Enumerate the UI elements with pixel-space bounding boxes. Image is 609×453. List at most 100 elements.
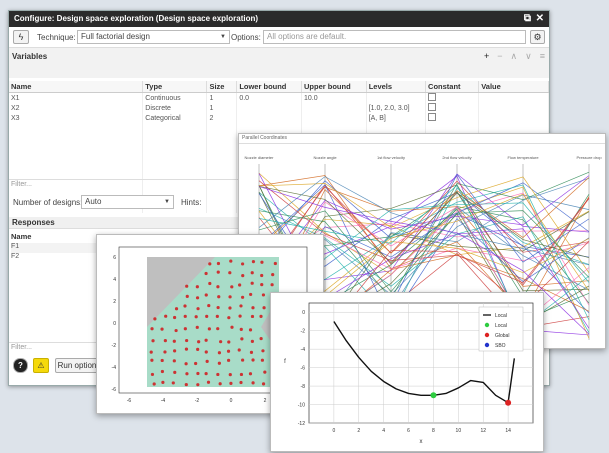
design-point — [260, 273, 264, 278]
cell-upper — [301, 103, 367, 113]
design-point — [238, 314, 242, 318]
parallel-axis-label: Nozzle diameter — [245, 155, 275, 160]
variables-title: Variables — [12, 52, 48, 61]
x-tick-label: -4 — [161, 398, 166, 404]
legend-swatch — [484, 332, 490, 338]
legend-label: Local — [495, 323, 507, 329]
chevron-down-icon: ▼ — [220, 34, 226, 40]
close-icon[interactable]: ✕ — [536, 11, 544, 27]
parallel-axis-label: 2nd flow velocity — [442, 155, 471, 160]
column-header[interactable]: Size — [206, 81, 238, 93]
design-point — [251, 306, 255, 310]
design-point — [216, 270, 220, 274]
responses-title: Responses — [12, 218, 55, 227]
table-row[interactable]: X2 Discrete 1 [1.0, 2.0, 3.0] — [9, 103, 549, 113]
table-row[interactable]: X1 Continuous 1 0.0 10.0 — [9, 92, 549, 103]
y-tick-label: -4 — [301, 347, 306, 353]
column-header[interactable]: Name — [9, 81, 144, 93]
cell-value[interactable] — [478, 103, 549, 113]
designs-select[interactable]: Auto ▼ — [81, 195, 174, 209]
design-point — [183, 304, 187, 308]
cell-type: Categorical — [142, 113, 208, 123]
legend-swatch — [484, 342, 490, 348]
variables-action-0[interactable]: + — [484, 51, 489, 61]
column-header[interactable]: Lower bound — [236, 81, 302, 93]
responses-name-column: Name — [11, 232, 32, 241]
design-point — [173, 370, 177, 374]
design-point — [240, 337, 244, 341]
design-point — [195, 296, 200, 300]
cell-levels: [A, B] — [366, 113, 427, 123]
cell-lower — [236, 103, 302, 113]
column-header[interactable]: Type — [142, 81, 208, 93]
design-point — [208, 262, 212, 266]
x-tick-label: 0 — [332, 428, 335, 434]
column-header[interactable]: Levels — [366, 81, 427, 93]
parallel-axis-label: 1st flow velocity — [377, 155, 405, 160]
function-plot-panel: 0 2 4 6 8 10 12 14 0 -2 -4 -6 -8 -10 -12 x f Local Local Gl… — [270, 292, 544, 452]
design-point — [230, 325, 234, 329]
x-tick-label: 2 — [357, 428, 360, 434]
design-point — [251, 260, 256, 264]
design-point — [229, 381, 233, 386]
design-point — [173, 315, 177, 320]
design-point — [171, 381, 175, 385]
design-point — [219, 340, 223, 344]
run-icon[interactable]: ϟ — [13, 30, 29, 44]
column-header[interactable]: Constant — [425, 81, 480, 93]
design-point — [216, 327, 220, 331]
gear-icon[interactable]: ⚙ — [530, 30, 545, 44]
window-titlebar[interactable]: Configure: Design space exploration (Des… — [9, 11, 549, 27]
cell-value[interactable] — [478, 113, 549, 123]
constant-checkbox[interactable] — [428, 103, 437, 111]
variables-action-1[interactable]: − — [497, 51, 502, 61]
design-point — [208, 281, 212, 286]
design-point — [259, 336, 263, 341]
design-point — [184, 382, 188, 387]
detach-icon[interactable]: ⧉ — [524, 11, 531, 27]
help-icon[interactable]: ? — [13, 358, 28, 373]
design-point — [160, 327, 164, 331]
cell-value[interactable] — [478, 92, 549, 103]
design-point — [174, 307, 179, 311]
options-placeholder: All options are default. — [267, 32, 347, 41]
warning-icon[interactable]: ⚠ — [33, 358, 49, 373]
column-header[interactable]: Value — [478, 81, 549, 93]
options-input[interactable]: All options are default. — [263, 30, 526, 44]
design-point — [151, 339, 155, 343]
parallel-axis-label: Nozzle angle — [313, 155, 337, 160]
design-point — [205, 359, 209, 363]
design-point — [185, 372, 189, 376]
y-tick-label: 2 — [113, 299, 116, 305]
design-point — [250, 339, 254, 344]
design-point — [150, 372, 155, 377]
column-header[interactable]: Upper bound — [301, 81, 367, 93]
constant-checkbox[interactable] — [428, 113, 437, 121]
variables-action-2[interactable]: ∧ — [511, 51, 518, 61]
design-point — [228, 295, 232, 299]
designs-label: Number of designs: — [13, 198, 83, 207]
design-point — [262, 306, 266, 310]
design-point — [217, 361, 221, 365]
x-axis-label: x — [420, 439, 423, 445]
variables-action-3[interactable]: ∨ — [525, 51, 532, 61]
cell-size: 1 — [206, 103, 238, 113]
cell-upper — [301, 113, 367, 123]
x-tick-label: -6 — [127, 398, 132, 404]
design-point — [251, 358, 255, 362]
variables-header: Variables — [9, 48, 549, 78]
design-point — [240, 262, 245, 266]
design-point — [163, 339, 167, 343]
legend-label: Global — [495, 333, 509, 339]
technique-select[interactable]: Full factorial design ▼ — [77, 30, 230, 44]
design-point — [237, 348, 241, 352]
design-point — [239, 372, 244, 377]
variables-action-4[interactable]: ≡ — [540, 51, 545, 61]
window-title: Configure: Design space exploration (Des… — [14, 14, 259, 23]
design-point — [261, 293, 266, 297]
table-row[interactable]: X3 Categorical 2 [A, B] — [9, 113, 549, 123]
constant-checkbox[interactable] — [428, 93, 437, 101]
cell-constant — [425, 92, 480, 103]
design-point — [184, 362, 188, 366]
design-point — [164, 314, 168, 318]
